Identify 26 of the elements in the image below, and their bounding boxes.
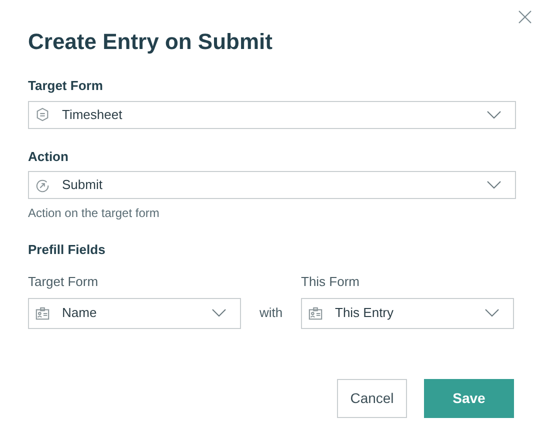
dropdown-value: Submit <box>62 176 104 194</box>
dropdown-field[interactable]: Submit <box>28 171 516 199</box>
dialog-title: Create Entry on Submit <box>28 28 274 56</box>
joiner-text: with <box>258 304 284 322</box>
id-card-icon <box>35 306 50 320</box>
field-label: Action <box>28 148 70 166</box>
hexagon-form-icon <box>35 107 50 122</box>
column-label: Target Form <box>28 273 100 291</box>
dropdown-value: This Entry <box>335 304 395 322</box>
dropdown-value: Name <box>62 304 98 322</box>
column-label: This Form <box>301 273 360 291</box>
circle-arrow-icon <box>35 178 50 192</box>
help-text: Action on the target form <box>28 205 160 222</box>
dropdown-field[interactable]: Timesheet <box>28 100 516 128</box>
dropdown-field[interactable]: Name <box>28 298 241 328</box>
dropdown-value: Timesheet <box>62 106 124 124</box>
chevron-down-icon <box>487 110 501 118</box>
section-title: Prefill Fields <box>28 242 106 257</box>
chevron-down-icon <box>212 309 226 317</box>
chevron-down-icon <box>485 309 499 317</box>
id-card-icon <box>308 306 323 320</box>
dropdown-field[interactable]: This Entry <box>301 298 514 328</box>
close-icon[interactable] <box>518 10 532 24</box>
field-label: Target Form <box>28 77 104 95</box>
cancel-button[interactable]: Cancel <box>337 379 407 418</box>
chevron-down-icon <box>487 181 501 189</box>
